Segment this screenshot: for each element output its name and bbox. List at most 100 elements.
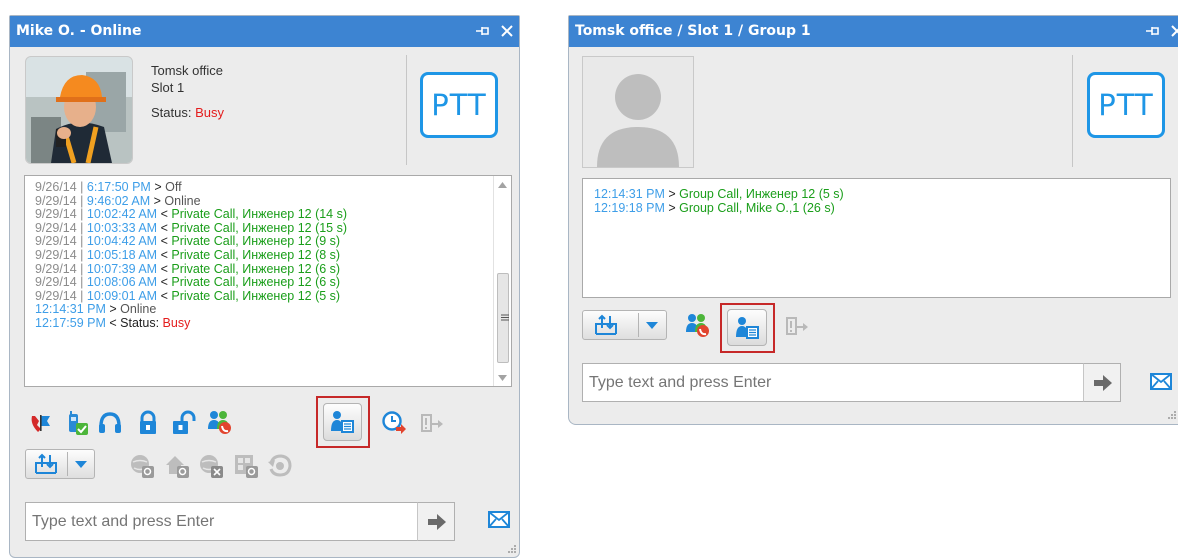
scroll-up-icon[interactable] — [498, 182, 507, 188]
resize-grip-icon[interactable] — [1167, 410, 1177, 420]
log-entry: 12:19:18 PM > Group Call, Mike O.,1 (26 … — [594, 200, 1170, 216]
globe-remove-icon[interactable] — [198, 453, 224, 479]
log-event: Online — [120, 302, 157, 317]
mail-icon[interactable] — [488, 511, 510, 528]
track-icon[interactable] — [267, 453, 293, 479]
log-event: Private Call, Инженер 12 (6 s) — [171, 275, 341, 290]
log-event: Group Call, Mike O.,1 (26 s) — [679, 200, 835, 215]
log-entry: 12:14:31 PM > Group Call, Инженер 12 (5 … — [594, 187, 1170, 202]
log-time: 6:17:50 PM — [86, 180, 151, 194]
ptt-button[interactable]: PTT — [1087, 72, 1165, 138]
call-alert-icon[interactable] — [28, 410, 54, 436]
map-search-icon[interactable] — [233, 453, 259, 479]
status-label: Status: — [151, 105, 192, 120]
group-call-icon[interactable] — [206, 409, 232, 435]
resize-grip-icon[interactable] — [507, 544, 517, 554]
exit-icon[interactable] — [784, 314, 810, 340]
arrow-right-icon — [1094, 375, 1112, 391]
log-date: 9/29/14 | — [35, 275, 87, 290]
log-direction: < — [157, 207, 172, 222]
log-entry: 12:14:31 PM > Online — [35, 303, 511, 317]
log-event: Group Call, Инженер 12 (5 s) — [679, 187, 844, 201]
status-row: Status: Busy — [151, 104, 224, 121]
pin-icon[interactable] — [475, 24, 491, 38]
log-date: 9/29/14 | — [35, 207, 87, 222]
home-search-icon[interactable] — [164, 453, 190, 479]
log-entry: 9/29/14 | 10:08:06 AM < Private Call, Ин… — [35, 275, 511, 290]
log-time: 10:08:06 AM — [86, 275, 158, 290]
select-icon — [595, 314, 617, 335]
log-event: Private Call, Инженер 12 (8 s) — [171, 247, 341, 262]
mail-icon[interactable] — [1150, 373, 1172, 390]
pin-icon[interactable] — [1145, 24, 1161, 38]
log-time: 10:03:33 AM — [86, 220, 158, 235]
slot-label: Slot 1 — [151, 80, 185, 95]
avatar — [25, 56, 133, 164]
log-event: Private Call, Инженер 12 (5 s) — [171, 288, 341, 303]
window-title: Mike O. - Online — [16, 23, 142, 39]
log-time: 10:09:01 AM — [86, 288, 158, 303]
log-status-label: Status: — [120, 315, 163, 330]
log-lines: 9/26/14 | 6:17:50 PM > Off 9/29/14 | 9:46… — [25, 176, 511, 331]
headset-icon[interactable] — [97, 410, 123, 436]
contact-card-button[interactable] — [323, 403, 362, 441]
message-input[interactable] — [25, 502, 418, 541]
log-lines: 12:14:31 PM > Group Call, Инженер 12 (5 … — [583, 179, 1170, 215]
scroll-thumb[interactable] — [497, 273, 509, 363]
chevron-down-icon[interactable] — [75, 461, 87, 468]
log-event: Off — [165, 180, 182, 194]
contact-card-icon — [736, 317, 759, 339]
log-date: 9/29/14 | — [35, 288, 87, 303]
arrow-right-icon — [428, 514, 446, 530]
log-entry: 9/29/14 | 10:03:33 AM < Private Call, Ин… — [35, 220, 511, 236]
log-direction: > — [105, 302, 121, 317]
log-event: Private Call, Инженер 12 (9 s) — [171, 234, 341, 249]
window-title: Tomsk office / Slot 1 / Group 1 — [575, 23, 811, 39]
select-dropdown-button[interactable] — [582, 310, 667, 340]
scroll-down-icon[interactable] — [498, 375, 507, 381]
group-avatar — [582, 56, 694, 168]
chevron-down-icon[interactable] — [646, 322, 658, 329]
log-event: Private Call, Инженер 12 (15 s) — [171, 220, 348, 235]
title-bar[interactable]: Mike O. - Online — [10, 16, 519, 47]
ptt-button[interactable]: PTT — [420, 72, 498, 138]
send-button[interactable] — [1083, 363, 1121, 402]
log-direction: < — [157, 275, 172, 290]
log-entry: 9/29/14 | 10:05:18 AM < Private Call, Ин… — [35, 247, 511, 263]
contact-card-button[interactable] — [727, 309, 767, 346]
log-entry: 9/29/14 | 9:46:02 AM > Online — [35, 194, 511, 209]
select-dropdown-button[interactable] — [25, 449, 95, 479]
log-event: Private Call, Инженер 12 (6 s) — [171, 261, 341, 276]
log-direction: > — [150, 180, 166, 194]
log-entry: 12:17:59 PM < Status: Busy — [35, 315, 511, 331]
log-direction: < — [105, 315, 121, 330]
log-date: 9/29/14 | — [35, 247, 87, 262]
event-log[interactable]: 12:14:31 PM > Group Call, Инженер 12 (5 … — [582, 178, 1171, 298]
unlock-icon[interactable] — [170, 410, 196, 436]
send-button[interactable] — [417, 502, 455, 541]
event-log[interactable]: 9/26/14 | 6:17:50 PM > Off 9/29/14 | 9:46… — [24, 175, 512, 387]
contact-card-icon — [331, 411, 354, 433]
schedule-icon[interactable] — [381, 410, 407, 436]
log-scrollbar[interactable] — [493, 176, 511, 386]
lock-icon[interactable] — [135, 410, 161, 436]
log-time: 10:04:42 AM — [86, 234, 158, 249]
close-icon[interactable] — [499, 24, 515, 38]
message-input[interactable] — [582, 363, 1084, 402]
close-icon[interactable] — [1169, 24, 1178, 38]
log-direction: < — [157, 247, 172, 262]
radio-check-icon[interactable] — [63, 410, 89, 436]
divider — [1072, 55, 1073, 167]
exit-icon[interactable] — [419, 411, 445, 437]
log-entry: 9/29/14 | 10:02:42 AM < Private Call, Ин… — [35, 207, 511, 222]
log-time: 10:07:39 AM — [86, 261, 158, 276]
log-time: 12:17:59 PM — [35, 315, 106, 330]
group-window: Tomsk office / Slot 1 / Group 1 PTT 12:1… — [568, 15, 1178, 425]
log-event: Private Call, Инженер 12 (14 s) — [171, 207, 348, 222]
log-entry: 9/26/14 | 6:17:50 PM > Off — [35, 180, 511, 195]
group-call-icon[interactable] — [684, 312, 710, 338]
log-direction: < — [157, 261, 172, 276]
status-value: Busy — [195, 105, 224, 120]
title-bar[interactable]: Tomsk office / Slot 1 / Group 1 — [569, 16, 1178, 47]
globe-search-icon[interactable] — [129, 453, 155, 479]
